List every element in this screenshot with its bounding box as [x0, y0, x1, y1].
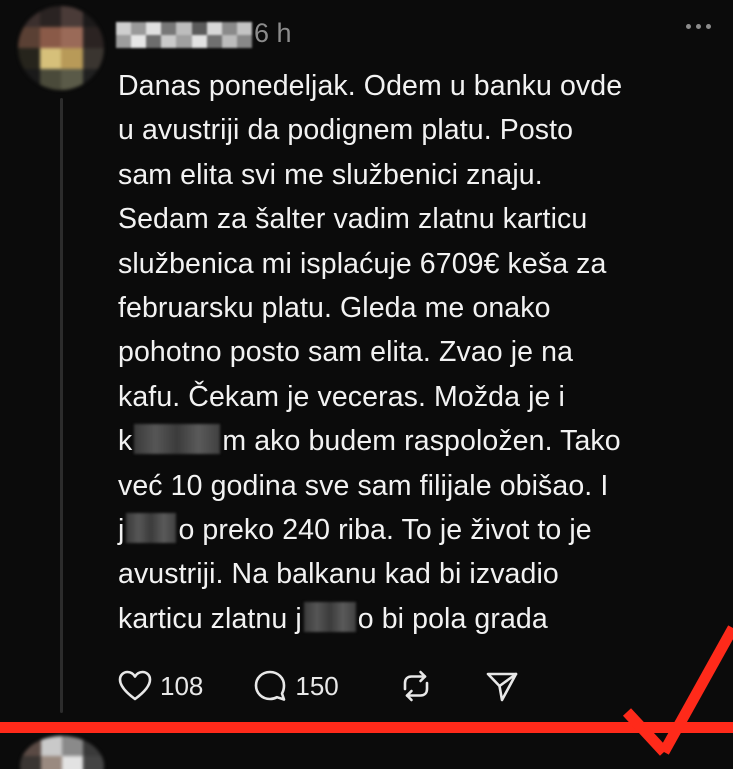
post-text-line: službenica mi isplaćuje 6709€ keša za: [118, 242, 718, 286]
post-text-line: sam elita svi me službenici znaju.: [118, 153, 718, 197]
more-icon[interactable]: [686, 24, 711, 29]
comment-icon: [253, 669, 287, 703]
thread-connector-line: [60, 98, 63, 713]
author-avatar[interactable]: [18, 6, 104, 90]
post-text-segment: već 10 godina sve sam filijale obišao. I: [118, 469, 609, 502]
redacted-word: [126, 513, 177, 544]
reply-button[interactable]: 150: [253, 669, 339, 703]
post-text-line: pohotno posto sam elita. Zvao je na: [118, 330, 718, 374]
post-text-line: karticu zlatnu j o bi pola grada: [118, 597, 718, 641]
post-text-segment: kafu. Čekam je veceras. Možda je i: [118, 380, 565, 413]
post-text-line: k m ako budem raspoložen. Tako: [118, 419, 718, 463]
post-text-line: Danas ponedeljak. Odem u banku ovde: [118, 64, 718, 108]
like-button[interactable]: 108: [118, 670, 203, 702]
post-text-segment: m ako budem raspoložen. Tako: [222, 425, 621, 458]
post-timestamp: 6 h: [254, 18, 292, 48]
post-text-segment: februarsku platu. Gleda me onako: [118, 292, 551, 325]
thread-post-screen: 6 h Danas ponedeljak. Odem u banku ovde u…: [0, 0, 733, 769]
username-redacted[interactable]: [116, 22, 252, 48]
post-text-segment: o bi pola grada: [357, 602, 548, 635]
post-text-segment: Sedam za šalter vadim zlatnu karticu: [118, 203, 588, 236]
redacted-word: [134, 424, 221, 455]
post-text-segment: pohotno posto sam elita. Zvao je na: [118, 336, 574, 369]
post-text-segment: o preko 240 riba. To je život to je: [178, 514, 592, 547]
post-text-line: u avustriji da podignem platu. Posto: [118, 108, 718, 152]
post-text-line: februarsku platu. Gleda me onako: [118, 286, 718, 330]
reply-count: 150: [295, 670, 339, 701]
post-text-segment: karticu zlatnu j: [118, 602, 302, 635]
post-text-segment: Danas ponedeljak. Odem u banku ovde: [118, 70, 623, 102]
post-actions: 108 150: [118, 668, 519, 704]
redacted-word: [303, 601, 356, 632]
repost-icon: [399, 669, 433, 703]
heart-icon: [118, 670, 152, 702]
post-text-line: kafu. Čekam je veceras. Možda je i: [118, 375, 718, 419]
post-text-line: avustriji. Na balkanu kad bi izvadio: [118, 552, 718, 596]
post-body: Danas ponedeljak. Odem u banku ovde u avu…: [118, 64, 718, 641]
post-text-segment: j: [118, 514, 125, 547]
next-reply-avatar[interactable]: [20, 736, 104, 769]
like-count: 108: [160, 670, 204, 701]
annotation-red-underline: [0, 722, 733, 733]
post-text-segment: sam elita svi me službenici znaju.: [118, 158, 543, 191]
post-text-line: već 10 godina sve sam filijale obišao. I: [118, 464, 718, 508]
send-icon: [485, 669, 519, 703]
post-text-segment: u avustriji da podignem platu. Posto: [118, 114, 574, 147]
share-button[interactable]: [485, 669, 519, 703]
post-text-segment: službenica mi isplaćuje 6709€ keša za: [118, 247, 607, 280]
post-text-segment: avustriji. Na balkanu kad bi izvadio: [118, 558, 559, 591]
repost-button[interactable]: [399, 669, 433, 703]
post-text-line: j o preko 240 riba. To je život to je: [118, 508, 718, 552]
post-text-line: Sedam za šalter vadim zlatnu karticu: [118, 197, 718, 241]
post-text-segment: k: [118, 425, 133, 458]
